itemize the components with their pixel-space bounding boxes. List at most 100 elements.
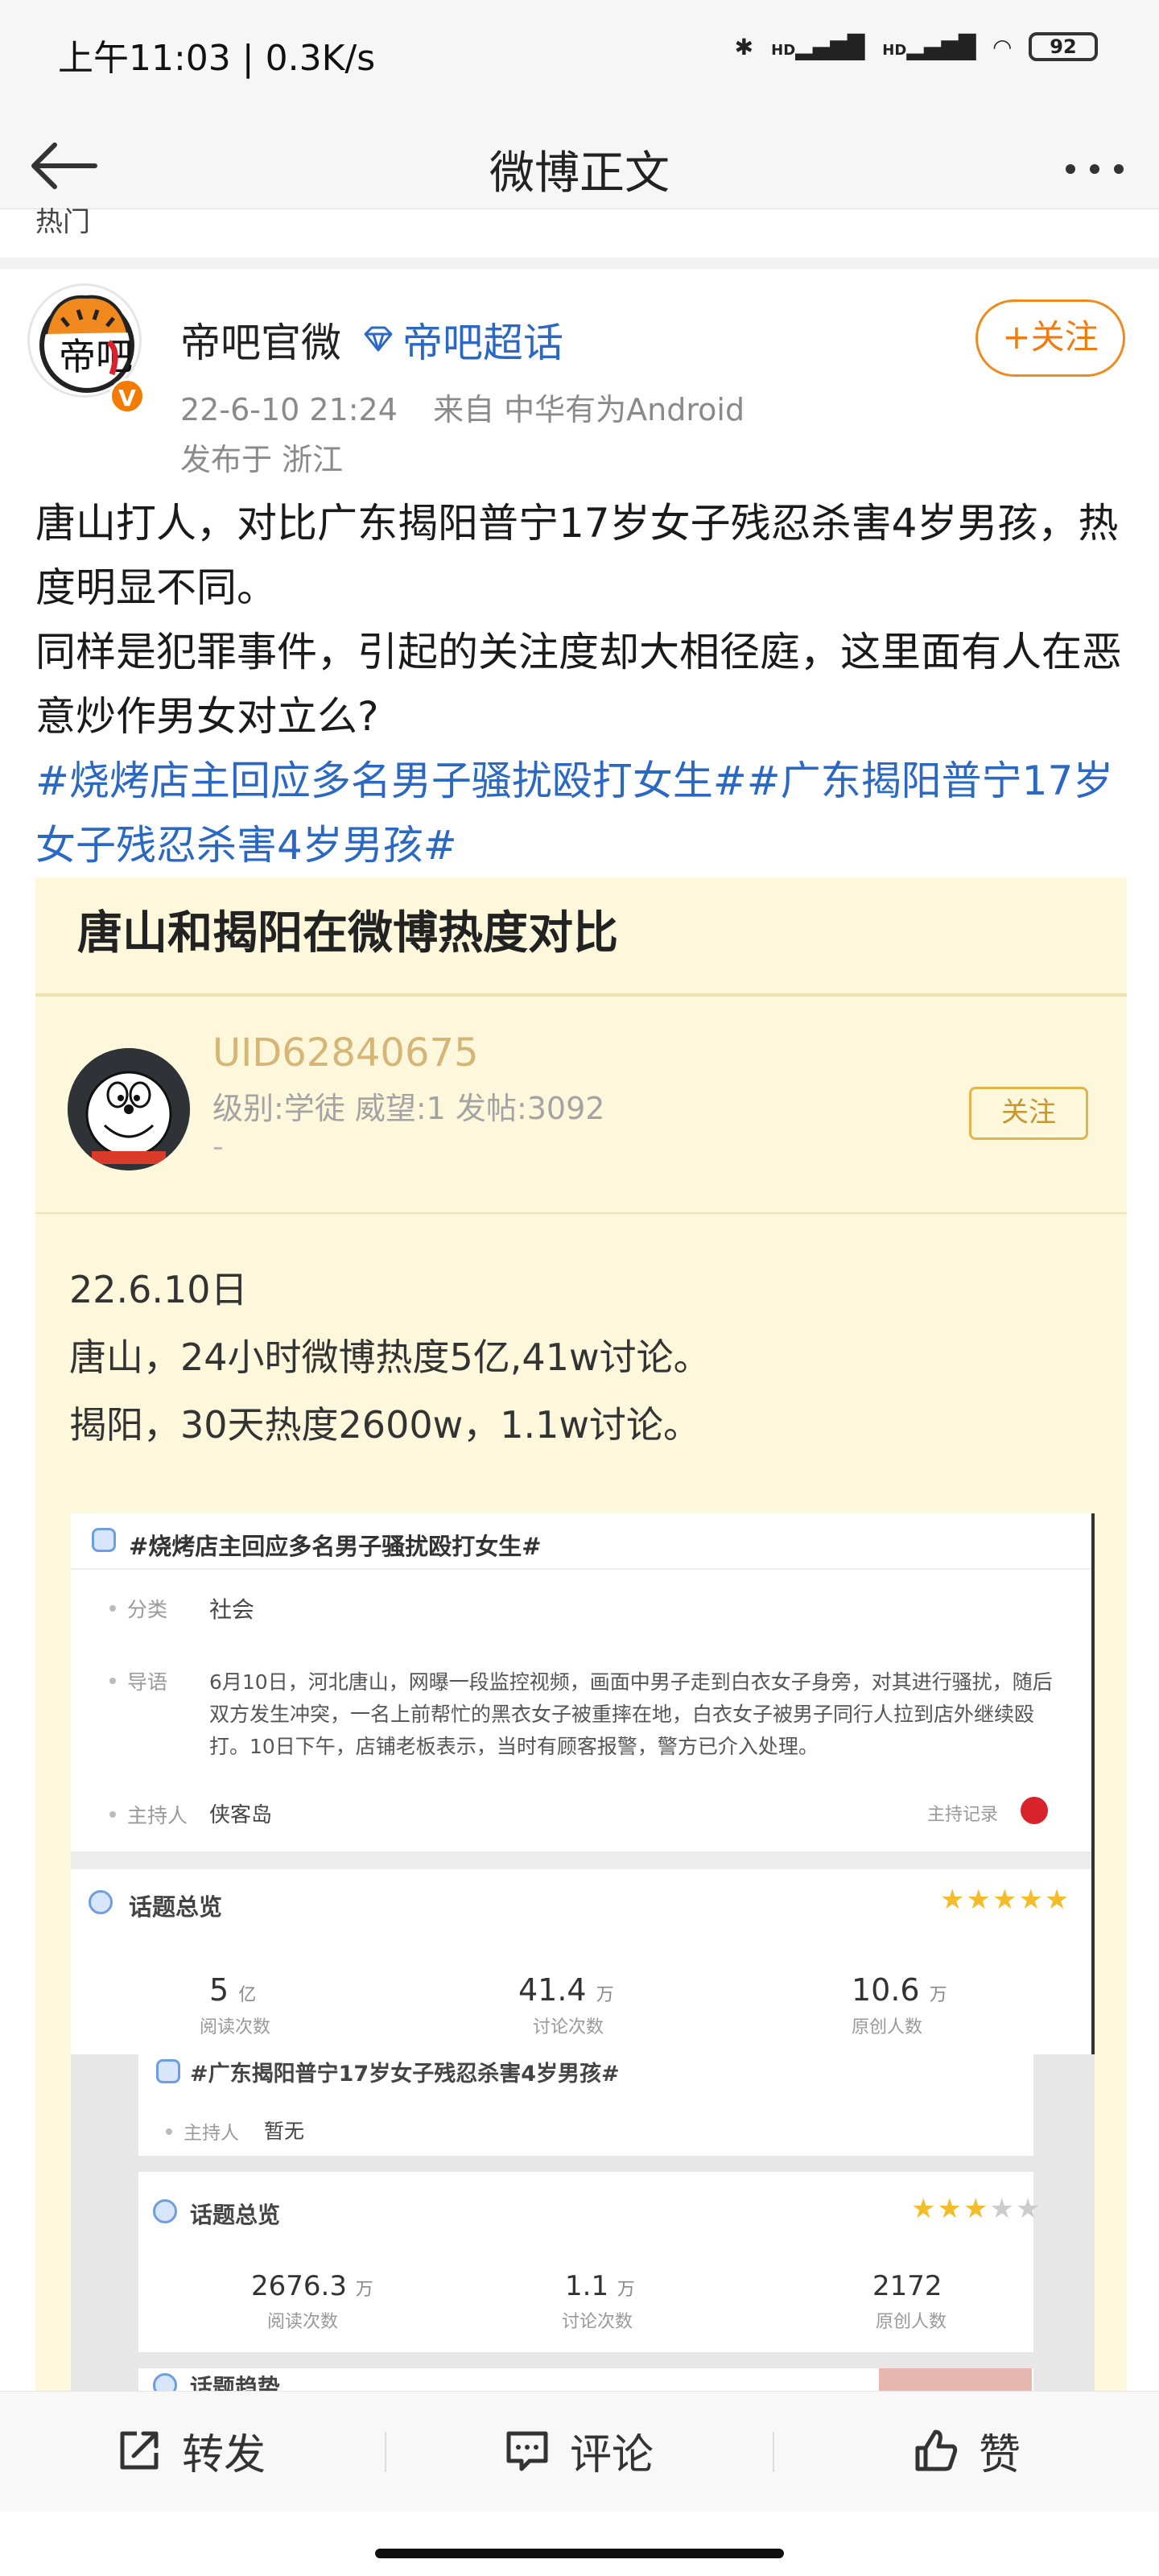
topic1-host: 侠客岛	[209, 1803, 273, 1827]
topic2-stat-read: 2676.3 万	[251, 2270, 373, 2302]
topic1-stat-discuss-label: 讨论次数	[533, 2017, 604, 2037]
topic2-stat-discuss-label: 讨论次数	[562, 2312, 633, 2332]
bluetooth-icon: ✱	[734, 33, 754, 60]
topic1-stat-read-label: 阅读次数	[200, 2017, 271, 2037]
bullet	[166, 2128, 172, 2135]
topic2-header-block: #广东揭阳普宁17岁女子残忍杀害4岁男孩# 主持人 暂无	[138, 2054, 1033, 2156]
topic1-intro: 6月10日，河北唐山，网曝一段监控视频，画面中男子走到白衣女子身旁，对其进行骚扰…	[209, 1670, 1053, 1758]
super-topic-link[interactable]: 帝吧超话	[362, 311, 563, 369]
topic-screenshot-tangshan: #烧烤店主回应多名男子骚扰殴打女生# 分类 社会 导语 6月10日，河北唐山，网…	[71, 1513, 1095, 2054]
follow-button[interactable]: +关注	[975, 299, 1125, 377]
post-text-line2: 同样是犯罪事件，引起的关注度却大相径庭，这里面有人在恶意炒作男女对立么?	[35, 629, 1122, 740]
topic2-stat-read-label: 阅读次数	[267, 2312, 339, 2332]
battery-icon: 92	[1029, 32, 1098, 61]
topic1-category-label: 分类	[127, 1598, 168, 1621]
forum-line-tangshan: 唐山，24小时微博热度5亿,41w讨论。	[69, 1335, 711, 1379]
comment-icon	[506, 2431, 548, 2471]
doraemon-avatar-icon	[68, 1048, 190, 1170]
signal-icon-1: HD▂▄▆█	[771, 33, 865, 60]
diamond-icon	[364, 326, 393, 352]
post-text-line1: 唐山打人，对比广东揭阳普宁17岁女子残忍杀害4岁男孩，热度明显不同。	[35, 500, 1119, 611]
topic1-host-record: 主持记录	[927, 1805, 999, 1825]
topic2-overview-block: 话题总览 ★★★★★ 2676.3 万 阅读次数 1.1 万 讨论次数 2172…	[138, 2172, 1040, 2352]
topic-screenshot-jieyang: #广东揭阳普宁17岁女子残忍杀害4岁男孩# 主持人 暂无 话题总览 ★★★★★ …	[71, 2054, 1095, 2391]
repost-button[interactable]: 转发	[116, 2422, 266, 2479]
topic2-stat-discuss: 1.1 万	[565, 2270, 635, 2302]
topic1-stat-original-label: 原创人数	[852, 2017, 923, 2037]
forum-user-signature: -	[212, 1129, 224, 1164]
post-location: 发布于 浙江	[180, 442, 344, 477]
forum-date: 22.6.10日	[69, 1268, 248, 1311]
image-title: 唐山和揭阳在微博热度对比	[77, 907, 618, 960]
forum-follow-button: 关注	[969, 1087, 1088, 1140]
avatar-text: 帝吧	[59, 335, 133, 378]
topic1-stat-discuss: 41.4 万	[518, 1972, 614, 2008]
action-divider	[385, 2432, 386, 2472]
home-indicator[interactable]	[375, 2549, 784, 2558]
verified-badge: V	[109, 378, 145, 414]
topic-icon	[92, 1528, 116, 1552]
status-time: 上午11:03 | 0.3K/s	[58, 38, 376, 79]
topic2-trend-block: 话题趋势	[138, 2368, 1033, 2391]
like-button[interactable]: 赞	[913, 2422, 1021, 2479]
forum-divider	[35, 1212, 1127, 1214]
wifi-icon: ◠	[993, 33, 1011, 60]
repost-label: 转发	[182, 2430, 266, 2479]
status-icons: ✱ HD▂▄▆█ HD▂▄▆█ ◠ 92	[735, 32, 1098, 61]
topic-icon	[156, 2059, 180, 2083]
section-divider	[0, 258, 1159, 269]
more-options-icon[interactable]	[1066, 164, 1124, 174]
topic2-host: 暂无	[264, 2120, 305, 2143]
bullet	[109, 1678, 116, 1684]
page-title: 微博正文	[489, 147, 670, 200]
nav-bar: 微博正文	[0, 105, 1159, 209]
topic2-trend-label: 话题趋势	[190, 2374, 281, 2391]
topic2-overview-label: 话题总览	[190, 2202, 281, 2228]
topic1-overview-label: 话题总览	[129, 1893, 223, 1921]
topic1-intro-label: 导语	[127, 1670, 168, 1694]
forum-text: 22.6.10日 唐山，24小时微博热度5亿,41w讨论。 揭阳，30天热度26…	[69, 1256, 711, 1459]
topic1-stat-original: 10.6 万	[852, 1972, 947, 2008]
hot-breadcrumb[interactable]: 热门	[35, 200, 90, 239]
topic1-gap	[71, 1852, 1091, 1869]
action-divider	[773, 2432, 774, 2472]
trend-icon	[153, 2373, 177, 2391]
super-topic-label: 帝吧超话	[402, 320, 563, 366]
topic1-host-label: 主持人	[127, 1804, 188, 1827]
topic1-stars: ★★★★★	[940, 1884, 1071, 1916]
bullet	[109, 1811, 116, 1818]
post-source: 来自 中华有为Android	[433, 392, 745, 427]
record-badge-icon	[1021, 1797, 1048, 1824]
like-label: 赞	[979, 2430, 1021, 2479]
topic1-category: 社会	[209, 1596, 255, 1623]
topic1-title: #烧烤店主回应多名男子骚扰殴打女生#	[129, 1533, 542, 1560]
topic2-title: #广东揭阳普宁17岁女子残忍杀害4岁男孩#	[190, 2062, 620, 2087]
forum-user-level: 级别:学徒 威望:1 发帖:3092	[212, 1091, 605, 1126]
topic1-stat-read: 5 亿	[209, 1972, 257, 2008]
signal-icon-2: HD▂▄▆█	[882, 33, 976, 60]
bullet	[109, 1605, 116, 1612]
topic2-stat-original-label: 原创人数	[876, 2312, 947, 2332]
forum-user-avatar	[68, 1048, 190, 1170]
overview-icon	[89, 1890, 113, 1914]
forum-uid: UID62840675	[212, 1030, 479, 1075]
author-name[interactable]: 帝吧官微	[180, 311, 341, 369]
repost-icon	[120, 2431, 159, 2470]
overview-icon	[153, 2199, 177, 2223]
comment-label: 评论	[570, 2430, 654, 2479]
thumbs-up-icon	[915, 2429, 958, 2471]
topic2-stars: ★★★★★	[911, 2193, 1042, 2225]
status-bar: 上午11:03 | 0.3K/s ✱ HD▂▄▆█ HD▂▄▆█ ◠ 92	[0, 0, 1159, 105]
post-timestamp: 22-6-10 21:24	[180, 392, 398, 427]
post-topics[interactable]: #烧烤店主回应多名男子骚扰殴打女生##广东揭阳普宁17岁女子残忍杀害4岁男孩#	[35, 749, 1130, 877]
forum-line-jieyang: 揭阳，30天热度2600w，1.1w讨论。	[69, 1403, 700, 1447]
post-meta: 22-6-10 21:24 来自 中华有为Android	[180, 385, 744, 429]
topic2-host-label: 主持人	[184, 2123, 239, 2144]
post-body: 唐山打人，对比广东揭阳普宁17岁女子残忍杀害4岁男孩，热度明显不同。 同样是犯罪…	[35, 491, 1130, 877]
topic1-header: #烧烤店主回应多名男子骚扰殴打女生#	[71, 1513, 1091, 1570]
bottom-action-bar: 转发 评论 赞	[0, 2391, 1159, 2512]
comment-button[interactable]: 评论	[504, 2422, 654, 2479]
image-title-divider	[35, 993, 1127, 997]
trend-bar	[879, 2368, 1032, 2391]
post-image[interactable]: 唐山和揭阳在微博热度对比 UID62840675 级别:学徒 威望:1 发帖:3…	[35, 877, 1127, 2391]
